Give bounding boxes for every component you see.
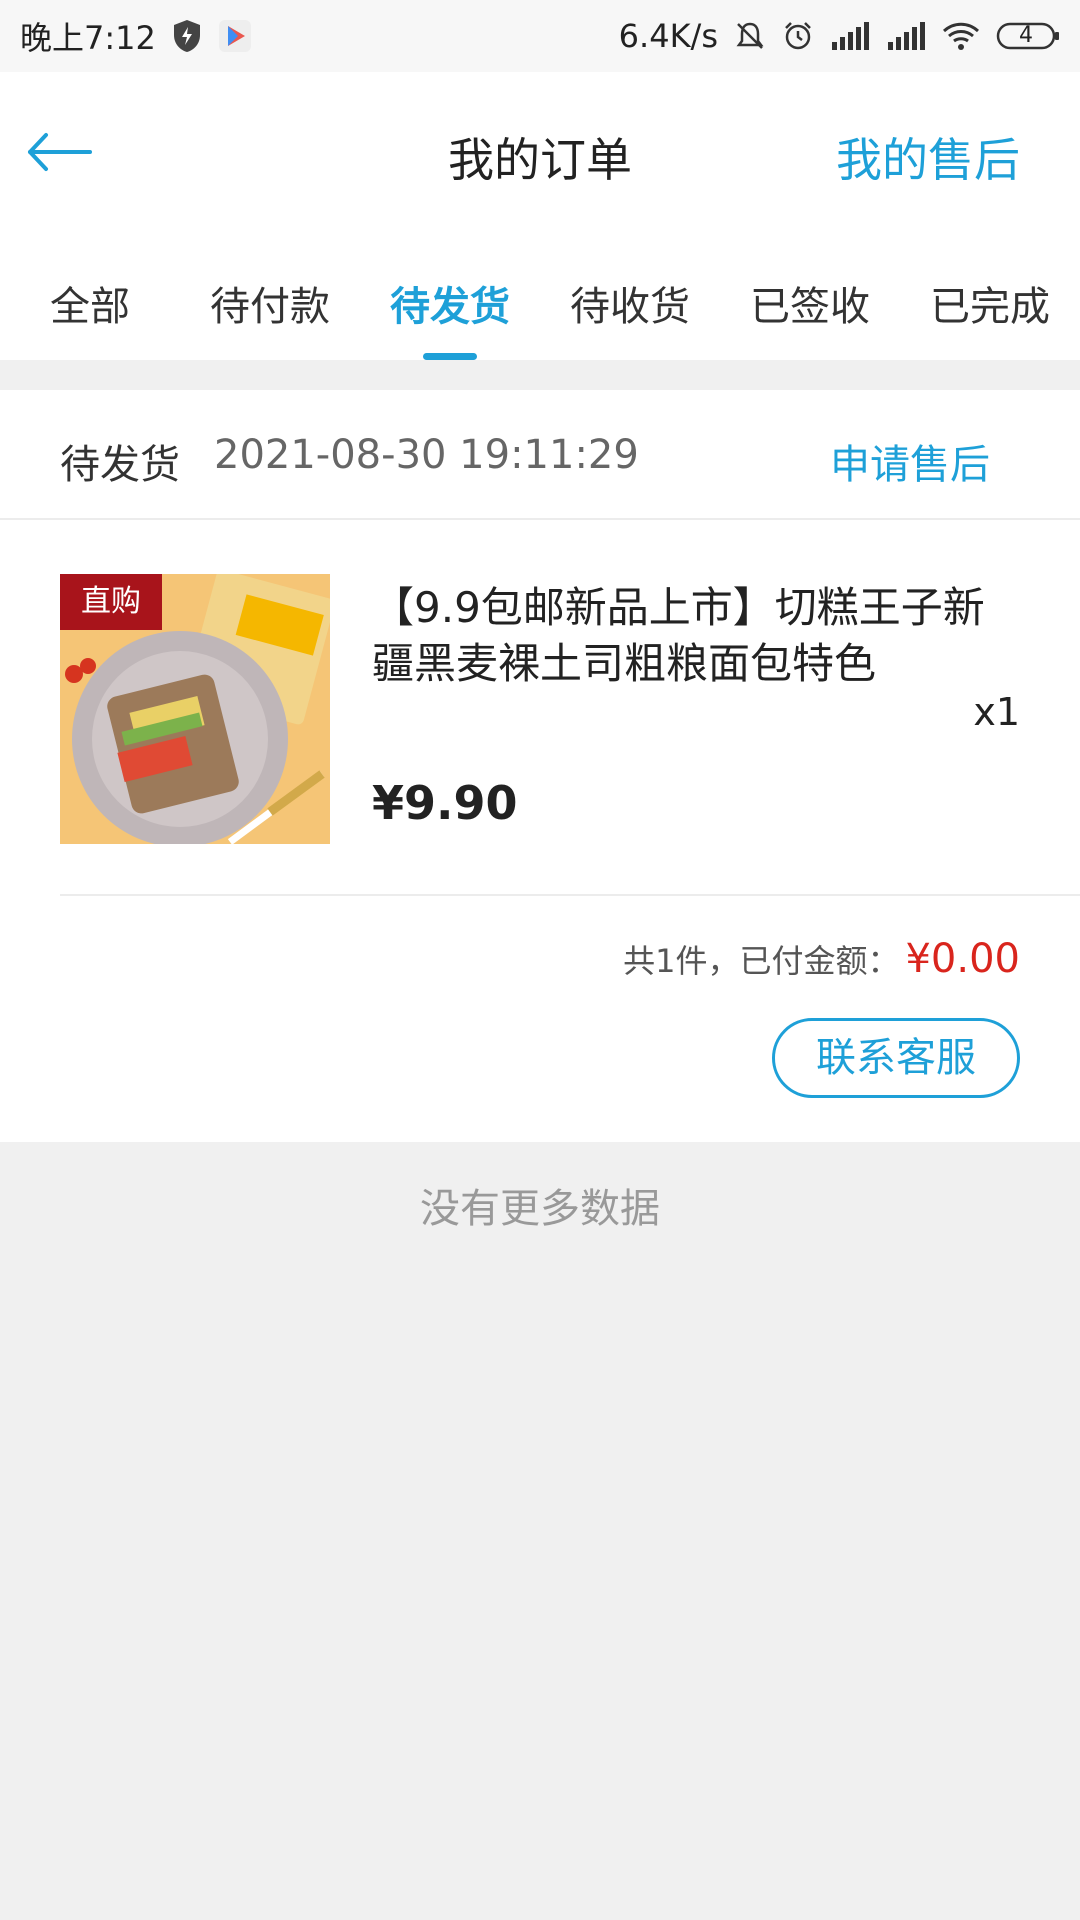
- status-time: 晚上7:12: [20, 19, 156, 57]
- direct-buy-badge: 直购: [60, 574, 162, 630]
- order-status-tabs: 全部 待付款 待发货 待收货 已签收 已完成: [0, 242, 1080, 360]
- order-card[interactable]: 待发货 2021-08-30 19:11:29 申请售后 直购 【9.9包邮新品…: [0, 390, 1080, 1142]
- shield-icon: [172, 19, 202, 53]
- product-quantity: x1: [973, 690, 1020, 734]
- net-speed: 6.4K/s: [618, 17, 718, 55]
- wifi-icon: [942, 21, 980, 51]
- alarm-icon: [782, 20, 814, 52]
- signal-icon: [830, 22, 870, 50]
- tab-pending-receipt[interactable]: 待收货: [540, 242, 720, 360]
- tab-signed[interactable]: 已签收: [720, 242, 900, 360]
- no-more-data-text: 没有更多数据: [420, 1186, 660, 1232]
- status-bar-left: 晚上7:12: [20, 13, 252, 59]
- order-item[interactable]: 直购 【9.9包邮新品上市】切糕王子新疆黑麦裸土司粗粮面包特色 x1 ¥9.90: [0, 520, 1080, 896]
- battery-level: 4: [1019, 23, 1033, 48]
- battery-icon: 4: [996, 21, 1060, 51]
- product-price: ¥9.90: [372, 776, 518, 830]
- tab-pending-payment[interactable]: 待付款: [180, 242, 360, 360]
- tab-pending-shipment[interactable]: 待发货: [360, 242, 540, 360]
- order-summary: 共1件，已付金额： ¥0.00: [623, 936, 1020, 982]
- order-card-header: 待发货 2021-08-30 19:11:29 申请售后: [0, 390, 1080, 520]
- paid-amount: ¥0.00: [905, 936, 1020, 982]
- product-image: 直购: [60, 574, 330, 844]
- divider: [60, 894, 1080, 896]
- summary-label: 共1件，已付金额：: [623, 942, 900, 980]
- my-aftersale-link[interactable]: 我的售后: [836, 124, 1020, 190]
- signal-icon: [886, 22, 926, 50]
- play-store-icon: [218, 19, 252, 53]
- order-status: 待发货: [60, 442, 180, 488]
- page-header: 我的订单 我的售后: [0, 72, 1080, 242]
- tab-all[interactable]: 全部: [0, 242, 180, 360]
- tab-completed[interactable]: 已完成: [900, 242, 1080, 360]
- order-time: 2021-08-30 19:11:29: [214, 432, 639, 478]
- status-bar-right: 6.4K/s 4: [619, 17, 1060, 55]
- status-bar: 晚上7:12 6.4K/s 4: [0, 0, 1080, 72]
- contact-service-button[interactable]: 联系客服: [772, 1018, 1020, 1098]
- product-title[interactable]: 【9.9包邮新品上市】切糕王子新疆黑麦裸土司粗粮面包特色: [372, 580, 1022, 692]
- bell-muted-icon: [734, 20, 766, 52]
- apply-aftersale-button[interactable]: 申请售后: [830, 432, 990, 490]
